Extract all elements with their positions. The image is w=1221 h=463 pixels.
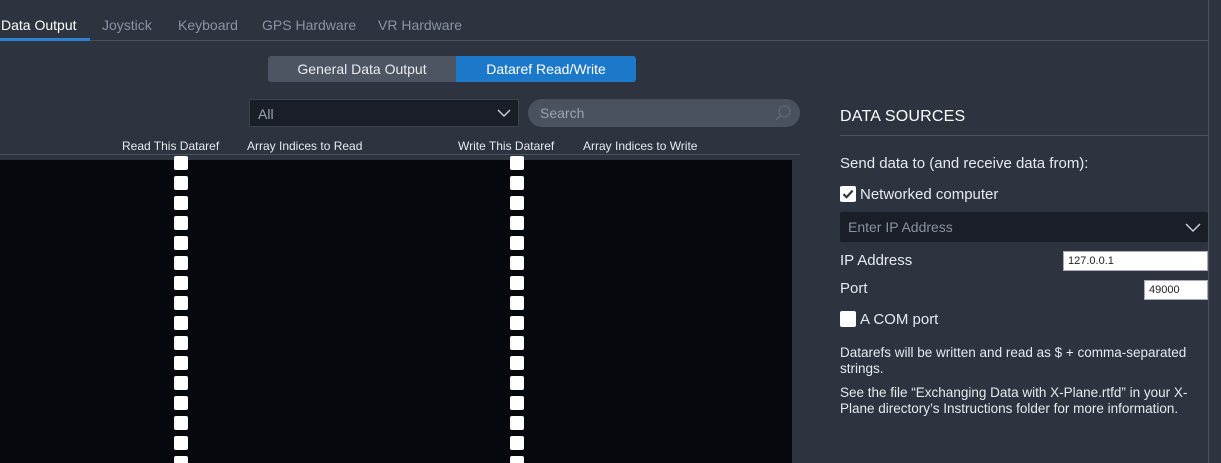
read-dataref-checkbox[interactable]: [174, 436, 188, 450]
search-placeholder: Search: [540, 105, 585, 121]
port-label: Port: [840, 280, 868, 297]
send-data-label: Send data to (and receive data from):: [840, 155, 1089, 172]
read-dataref-checkbox[interactable]: [174, 276, 188, 290]
list-scroll-gutter: [792, 160, 800, 463]
top-tab-bar: Data Output Joystick Keyboard GPS Hardwa…: [0, 0, 1208, 41]
read-dataref-checkbox[interactable]: [174, 256, 188, 270]
column-header-read: Read This Dataref: [122, 139, 220, 153]
read-dataref-checkbox[interactable]: [174, 416, 188, 430]
write-dataref-checkbox[interactable]: [510, 156, 524, 170]
read-dataref-checkbox[interactable]: [174, 376, 188, 390]
tab-joystick[interactable]: Joystick: [102, 17, 152, 33]
dataref-filter-select[interactable]: All: [249, 99, 519, 127]
tab-data-output[interactable]: Data Output: [1, 17, 77, 33]
read-dataref-checkbox[interactable]: [174, 396, 188, 410]
read-dataref-checkbox[interactable]: [174, 236, 188, 250]
ip-address-field[interactable]: [1063, 251, 1208, 271]
read-dataref-checkbox[interactable]: [174, 316, 188, 330]
read-dataref-checkbox[interactable]: [174, 196, 188, 210]
ip-address-select[interactable]: Enter IP Address: [840, 212, 1208, 242]
datarefs-format-note: Datarefs will be written and read as $ +…: [840, 345, 1187, 376]
tab-gps-hardware[interactable]: GPS Hardware: [262, 17, 356, 33]
port-field[interactable]: [1144, 280, 1208, 300]
chevron-down-icon: [497, 109, 511, 118]
write-dataref-checkbox[interactable]: [510, 336, 524, 350]
window-right-edge: [1208, 0, 1221, 463]
header-divider: [0, 154, 800, 155]
networked-computer-checkbox[interactable]: [840, 186, 856, 202]
write-dataref-checkbox[interactable]: [510, 436, 524, 450]
read-dataref-checkbox[interactable]: [174, 336, 188, 350]
dataref-read-write-button[interactable]: Dataref Read/Write: [456, 56, 636, 82]
tab-keyboard[interactable]: Keyboard: [178, 17, 238, 33]
instructions-note: See the file “Exchanging Data with X-Pla…: [840, 385, 1188, 416]
ip-select-placeholder: Enter IP Address: [848, 219, 953, 235]
com-port-label: A COM port: [860, 311, 939, 328]
read-dataref-checkbox[interactable]: [174, 176, 188, 190]
dataref-list[interactable]: [0, 156, 792, 463]
write-dataref-checkbox[interactable]: [510, 416, 524, 430]
write-dataref-checkbox[interactable]: [510, 316, 524, 330]
read-dataref-checkbox[interactable]: [174, 156, 188, 170]
read-dataref-checkbox[interactable]: [174, 216, 188, 230]
general-data-output-button[interactable]: General Data Output: [268, 56, 456, 82]
column-header-write: Write This Dataref: [458, 139, 555, 153]
write-dataref-checkbox[interactable]: [510, 196, 524, 210]
search-icon: [775, 105, 791, 121]
com-port-checkbox[interactable]: [840, 311, 856, 327]
write-dataref-checkbox[interactable]: [510, 276, 524, 290]
networked-computer-label: Networked computer: [860, 186, 999, 203]
write-dataref-checkbox[interactable]: [510, 256, 524, 270]
search-input[interactable]: Search: [528, 99, 800, 127]
tab-vr-hardware[interactable]: VR Hardware: [378, 17, 462, 33]
write-dataref-checkbox[interactable]: [510, 236, 524, 250]
active-tab-indicator: [0, 38, 90, 41]
write-dataref-checkbox[interactable]: [510, 456, 524, 463]
write-dataref-checkbox[interactable]: [510, 396, 524, 410]
ip-address-label: IP Address: [840, 252, 913, 269]
data-sources-title: DATA SOURCES: [840, 108, 966, 125]
read-dataref-checkbox[interactable]: [174, 456, 188, 463]
write-dataref-checkbox[interactable]: [510, 176, 524, 190]
write-dataref-checkbox[interactable]: [510, 376, 524, 390]
read-dataref-checkbox[interactable]: [174, 356, 188, 370]
write-dataref-checkbox[interactable]: [510, 216, 524, 230]
chevron-down-icon: [1185, 223, 1201, 233]
filter-selected-value: All: [258, 106, 274, 122]
column-header-write-indices: Array Indices to Write: [583, 139, 698, 153]
column-header-read-indices: Array Indices to Read: [247, 139, 363, 153]
write-dataref-checkbox[interactable]: [510, 356, 524, 370]
read-dataref-checkbox[interactable]: [174, 296, 188, 310]
checkmark-icon: [842, 189, 854, 199]
data-sources-divider: [840, 135, 1208, 136]
write-dataref-checkbox[interactable]: [510, 296, 524, 310]
